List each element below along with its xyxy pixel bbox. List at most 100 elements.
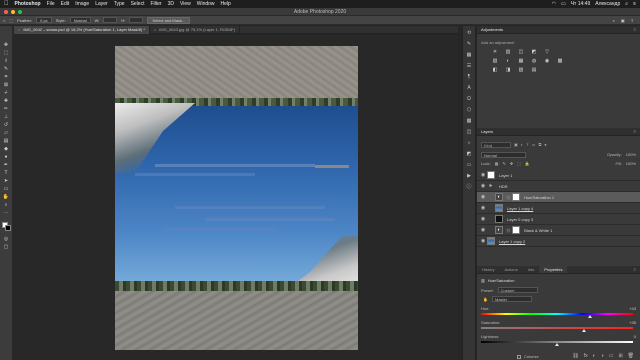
select-and-mask-button[interactable]: Select and Mask...	[147, 16, 191, 24]
swatches-panel-icon[interactable]: ▦	[465, 52, 473, 59]
layer-row[interactable]: ◉ Layer 1 copy 4	[477, 203, 640, 214]
style-select[interactable]: Normal	[69, 17, 91, 23]
layer-row[interactable]: ◉ Layer 0 copy 3	[477, 214, 640, 225]
layer-name[interactable]: Black & White 1	[524, 228, 552, 233]
layer-name[interactable]: Hue/Saturation 1	[524, 195, 554, 200]
layer-row[interactable]: ◉ ▸ HDR	[477, 181, 640, 192]
history-panel-icon[interactable]: ⟲	[465, 30, 473, 37]
brightness-contrast-icon[interactable]: ☀	[489, 48, 501, 56]
rectangle-tool-icon[interactable]: ▭	[2, 186, 10, 193]
hand-tool-icon[interactable]: ✋	[2, 194, 10, 201]
mask-link-icon[interactable]: ⛓	[506, 228, 511, 233]
paragraph-panel-icon[interactable]: ¶	[465, 74, 473, 81]
threshold-icon[interactable]: ▨	[515, 66, 527, 74]
healing-tool-icon[interactable]: ✚	[2, 98, 10, 105]
folder-icon[interactable]: ▸	[487, 182, 495, 190]
layer-name[interactable]: Layer 1 copy 2	[499, 239, 525, 244]
gradient-map-icon[interactable]: ▤	[528, 66, 540, 74]
eyedropper-tool-icon[interactable]: ⌿	[2, 90, 10, 97]
tab-history[interactable]: History	[477, 266, 499, 273]
workspace-icon[interactable]: ▣	[621, 18, 625, 23]
more-tools-icon[interactable]: ⋯	[2, 210, 10, 217]
close-tab-icon[interactable]: ×	[18, 27, 20, 32]
control-center-icon[interactable]: ≡	[633, 1, 636, 7]
hue-value[interactable]: +43	[629, 306, 636, 311]
layer-name[interactable]: Layer 1 copy 4	[507, 206, 533, 211]
mask-link-icon[interactable]: ⛓	[506, 195, 511, 200]
filter-smart-icon[interactable]: ⧉	[538, 142, 541, 147]
lasso-tool-icon[interactable]: ℓ	[2, 58, 10, 65]
lock-position-icon[interactable]: ✥	[510, 161, 513, 166]
channel-mixer-icon[interactable]: ◉	[541, 57, 553, 65]
clock[interactable]: Чт 14:49	[571, 1, 591, 7]
lock-image-icon[interactable]: ✎	[502, 161, 505, 166]
shapes-panel-icon[interactable]: ⬡	[465, 107, 473, 114]
share-icon[interactable]: ⇪	[631, 18, 634, 23]
visibility-eye-icon[interactable]: ◉	[479, 216, 487, 222]
actions-panel-icon[interactable]: ▶	[465, 173, 473, 180]
timeline-panel-icon[interactable]: ▭	[465, 162, 473, 169]
visibility-eye-icon[interactable]: ◉	[479, 205, 487, 211]
color-lookup-icon[interactable]: ▩	[554, 57, 566, 65]
lock-artboard-icon[interactable]: ⬚	[517, 161, 521, 166]
crop-tool-icon[interactable]: ⌗	[2, 74, 10, 81]
gradient-tool-icon[interactable]: ▤	[2, 138, 10, 145]
hue-slider-track[interactable]	[481, 313, 633, 315]
panel-menu-icon[interactable]: ≡	[634, 266, 640, 273]
filter-toggle-icon[interactable]: ●	[544, 142, 546, 147]
filter-pixel-icon[interactable]: ▣	[514, 142, 518, 147]
menu-type[interactable]: Type	[114, 1, 125, 7]
close-window-button[interactable]	[4, 10, 8, 14]
tab-actions[interactable]: Actions	[499, 266, 522, 273]
layer-filter-select[interactable]: Kind	[481, 141, 511, 148]
visibility-eye-icon[interactable]: ◉	[479, 194, 487, 200]
adjustment-layer-icon[interactable]: ◐	[495, 226, 503, 234]
tab-info[interactable]: Info	[523, 266, 540, 273]
menu-edit[interactable]: Edit	[61, 1, 70, 7]
color-balance-icon[interactable]: ◐	[502, 57, 514, 65]
visibility-eye-icon[interactable]: ◉	[479, 172, 487, 178]
layer-thumbnail[interactable]	[487, 237, 495, 245]
tab-layers[interactable]: Layers	[481, 129, 493, 134]
layer-name[interactable]: Layer 1	[499, 173, 512, 178]
color-swatches[interactable]	[1, 222, 11, 231]
preset-select[interactable]: Custom	[497, 287, 538, 293]
menu-filter[interactable]: Filter	[150, 1, 161, 7]
saturation-value[interactable]: +35	[629, 320, 636, 325]
adjustments-panel-title[interactable]: Adjustments	[481, 27, 503, 32]
patterns-panel-icon[interactable]: ▩	[465, 118, 473, 125]
character-panel-icon[interactable]: A	[465, 85, 473, 92]
battery-icon[interactable]: ▭	[561, 1, 566, 7]
curves-icon[interactable]: ◫	[515, 48, 527, 56]
home-icon[interactable]: ⌂	[3, 18, 5, 23]
photo-filter-icon[interactable]: ◍	[528, 57, 540, 65]
invert-icon[interactable]: ◧	[489, 66, 501, 74]
menu-view[interactable]: View	[180, 1, 191, 7]
menu-window[interactable]: Window	[197, 1, 215, 7]
layer-thumbnail[interactable]	[495, 215, 503, 223]
spotlight-icon[interactable]: ⌕	[625, 1, 628, 7]
frame-tool-icon[interactable]: ⊠	[2, 82, 10, 89]
menu-image[interactable]: Image	[75, 1, 89, 7]
black-white-icon[interactable]: ▦	[515, 57, 527, 65]
hand-adjust-icon[interactable]: ✋	[483, 297, 488, 302]
layer-name[interactable]: Layer 0 copy 3	[507, 217, 533, 222]
layer-row[interactable]: ◉ Layer 1 copy 2	[477, 236, 640, 247]
layer-mask-thumbnail[interactable]	[512, 226, 521, 234]
blend-mode-select[interactable]: Normal	[481, 151, 526, 158]
document-canvas-image[interactable]	[115, 46, 358, 350]
glyphs-panel-icon[interactable]: Ω	[465, 96, 473, 103]
marquee-tool-icon[interactable]: ⬚	[9, 18, 13, 23]
posterize-icon[interactable]: ◨	[502, 66, 514, 74]
quick-select-tool-icon[interactable]: ✎	[2, 66, 10, 73]
layer-thumbnail[interactable]	[487, 171, 495, 179]
pen-tool-icon[interactable]: ✒	[2, 162, 10, 169]
layer-comps-panel-icon[interactable]: ◫	[465, 129, 473, 136]
tab-document-1[interactable]: × IMG_0642 – копия.psd @ 18,2% (Hue/Satur…	[14, 26, 150, 34]
info-panel-icon[interactable]: ⓘ	[465, 184, 473, 191]
user-name[interactable]: Александр	[595, 1, 620, 7]
panel-menu-icon[interactable]: ≡	[634, 27, 640, 32]
dodge-tool-icon[interactable]: ●	[2, 154, 10, 161]
layer-name[interactable]: HDR	[499, 184, 508, 189]
search-icon[interactable]: ⌕	[613, 18, 615, 23]
